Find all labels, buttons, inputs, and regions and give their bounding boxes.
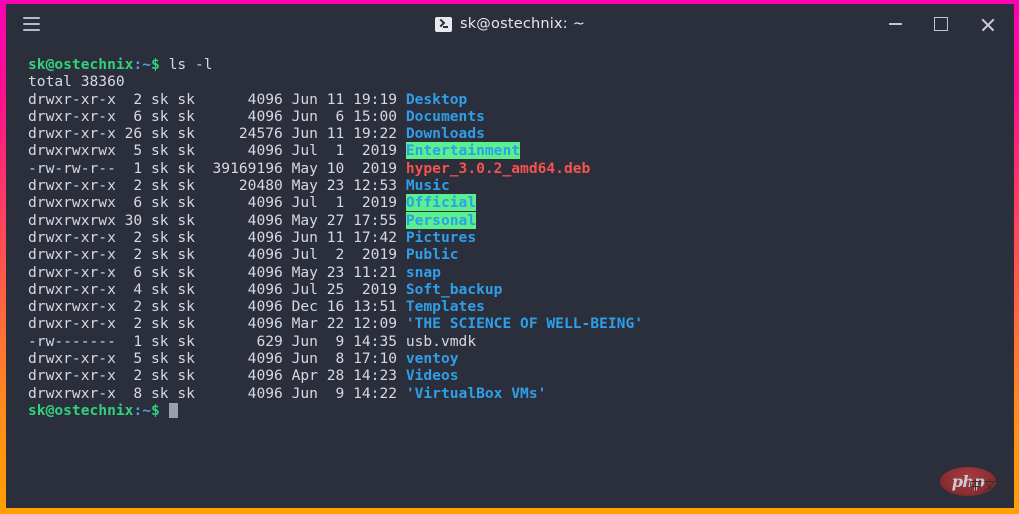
listing-row: drwxr-xr-x 26 sk sk 24576 Jun 11 19:22 D… — [28, 125, 485, 143]
file-name: Downloads — [405, 125, 485, 143]
file-name: Music — [405, 177, 450, 195]
title-bar[interactable]: sk@ostechnix: ~ — [6, 4, 1014, 44]
maximize-button[interactable] — [918, 6, 964, 42]
close-button[interactable] — [964, 6, 1010, 42]
listing-row: drwxrwxrwx 6 sk sk 4096 Jul 1 2019 Offic… — [28, 194, 477, 212]
listing-row: drwxrwxr-x 8 sk sk 4096 Jun 9 14:22 'Vir… — [28, 384, 547, 402]
file-name: Pictures — [405, 228, 477, 246]
listing-row: drwxr-xr-x 2 sk sk 4096 Apr 28 14:23 Vid… — [28, 367, 459, 385]
file-name: ventoy — [405, 350, 459, 368]
terminal-window: sk@ostechnix: ~ sk@ostechnix:~$ ls -l tot… — [0, 0, 1019, 514]
file-name: Personal — [405, 211, 477, 229]
title-center-group: sk@ostechnix: ~ — [6, 4, 1014, 44]
listing-row: drwxr-xr-x 2 sk sk 4096 Mar 22 12:09 'TH… — [28, 315, 644, 333]
close-icon — [980, 17, 995, 32]
file-name: Templates — [405, 298, 485, 316]
listing-row: drwxr-xr-x 5 sk sk 4096 Jun 8 17:10 vent… — [28, 350, 459, 368]
total-line: total 38360 — [28, 73, 125, 91]
window-inner: sk@ostechnix: ~ sk@ostechnix:~$ ls -l tot… — [6, 4, 1014, 508]
hamburger-icon[interactable] — [16, 9, 46, 39]
file-name: hyper_3.0.2_amd64.deb — [405, 159, 591, 177]
listing-row: drwxrwxr-x 2 sk sk 4096 Dec 16 13:51 Tem… — [28, 298, 485, 316]
file-name: Public — [405, 246, 459, 264]
listing-row: drwxrwxrwx 30 sk sk 4096 May 27 17:55 Pe… — [28, 211, 477, 229]
file-name: 'VirtualBox VMs' — [405, 384, 547, 402]
terminal-output: sk@ostechnix:~$ ls -l total 38360 drwxr-xr… — [28, 56, 1014, 419]
hamburger-line — [22, 17, 40, 19]
listing-row: drwxr-xr-x 6 sk sk 4096 May 23 11:21 sna… — [28, 263, 441, 281]
hamburger-line — [22, 23, 40, 25]
file-name: usb.vmdk — [405, 332, 477, 350]
file-name: 'THE SCIENCE OF WELL-BEING' — [405, 315, 644, 333]
listing-row: drwxr-xr-x 4 sk sk 4096 Jul 25 2019 Soft… — [28, 280, 503, 298]
terminal-body[interactable]: sk@ostechnix:~$ ls -l total 38360 drwxr-xr… — [6, 44, 1014, 508]
listing-row: -rw-rw-r-- 1 sk sk 39169196 May 10 2019 … — [28, 159, 591, 177]
window-title: sk@ostechnix: ~ — [459, 16, 586, 32]
maximize-icon — [934, 17, 948, 31]
file-name: Soft_backup — [405, 280, 503, 298]
terminal-icon — [434, 16, 452, 32]
file-name: Official — [405, 194, 477, 212]
listing-row: drwxr-xr-x 2 sk sk 4096 Jun 11 19:19 Des… — [28, 90, 468, 108]
listing-row: drwxr-xr-x 2 sk sk 4096 Jun 11 17:42 Pic… — [28, 228, 477, 246]
hamburger-line — [22, 29, 40, 31]
file-name: Desktop — [405, 90, 468, 108]
text-cursor — [168, 402, 178, 418]
file-name: Documents — [405, 107, 485, 125]
command-line: sk@ostechnix:~$ ls -l — [28, 56, 213, 73]
listing-row: -rw------- 1 sk sk 629 Jun 9 14:35 usb.v… — [28, 332, 477, 350]
listing-row: drwxrwxrwx 5 sk sk 4096 Jul 1 2019 Enter… — [28, 142, 521, 160]
file-name: Videos — [405, 367, 459, 385]
active-prompt-line: sk@ostechnix:~$ — [28, 402, 1014, 419]
minimize-button[interactable] — [872, 6, 918, 42]
file-name: Entertainment — [405, 142, 521, 160]
listing-row: drwxr-xr-x 2 sk sk 20480 May 23 12:53 Mu… — [28, 177, 450, 195]
minimize-icon — [888, 23, 902, 25]
listing-row: drwxr-xr-x 2 sk sk 4096 Jul 2 2019 Publi… — [28, 246, 459, 264]
php-watermark-text: 中文网 — [968, 479, 1011, 494]
listing-row: drwxr-xr-x 6 sk sk 4096 Jun 6 15:00 Docu… — [28, 107, 485, 125]
file-name: snap — [405, 263, 441, 281]
window-controls — [872, 6, 1010, 42]
